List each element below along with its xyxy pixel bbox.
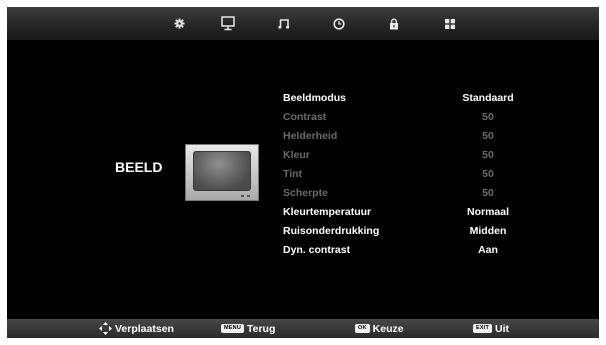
menu-item-label: Tint <box>283 168 303 180</box>
menu-item-value: 50 <box>482 111 494 124</box>
tab-lock[interactable] <box>379 7 409 40</box>
menu-item-label: Kleur <box>283 149 310 162</box>
tv-menu-screen: BEELD Beeldmodus Standaard Contrast 50 Hel… <box>7 7 599 338</box>
tab-timer[interactable] <box>324 7 354 40</box>
tab-picture[interactable] <box>213 7 243 40</box>
menu-item-helderheid: Helderheid 50 <box>283 127 543 146</box>
section-title: BEELD <box>115 159 163 175</box>
menu-item-value: 50 <box>482 168 494 180</box>
hint-move-label: Verplaatsen <box>115 322 174 335</box>
menu-item-value: Standaard <box>462 92 514 105</box>
menu-item-label: Dyn. contrast <box>283 243 351 256</box>
menu-item-label: Contrast <box>283 111 327 124</box>
monitor-icon <box>221 16 235 31</box>
menu-item-beeldmodus[interactable]: Beeldmodus Standaard <box>283 89 543 108</box>
menu-item-value: 50 <box>482 130 494 143</box>
lock-icon <box>390 18 398 29</box>
hint-exit-label: Uit <box>495 322 510 335</box>
exit-key-icon: EXIT <box>473 324 493 333</box>
button-hint-bar: Verplaatsen MENU Terug OK Keuze EXIT Uit <box>7 319 599 338</box>
menu-item-label: Kleurtemperatuur <box>283 205 372 218</box>
menu-item-value: Normaal <box>466 205 509 218</box>
menu-item-value: Midden <box>469 224 507 237</box>
tab-apps[interactable] <box>435 7 465 40</box>
menu-item-label: Scherpte <box>283 186 328 199</box>
picture-settings-menu: Beeldmodus Standaard Contrast 50 Helderhei… <box>283 89 543 259</box>
menu-item-value: 50 <box>482 149 494 162</box>
menu-item-label: Beeldmodus <box>283 92 347 105</box>
menu-item-tint: Tint 50 <box>283 165 543 184</box>
hint-back[interactable]: MENU Terug <box>221 319 275 338</box>
menu-item-label: Helderheid <box>283 130 338 143</box>
clock-icon <box>333 17 345 30</box>
menu-item-value: Aan <box>478 243 498 256</box>
ok-key-icon: OK <box>355 324 370 333</box>
tv-picture-icon <box>185 144 259 201</box>
menu-item-value: 50 <box>482 186 494 199</box>
menu-item-ruisonderdrukking[interactable]: Ruisonderdrukking Midden <box>283 221 543 240</box>
menu-item-scherpte: Scherpte 50 <box>283 183 543 202</box>
dpad-arrows-icon <box>99 322 112 335</box>
gear-icon <box>173 18 185 29</box>
menu-item-kleurtemperatuur[interactable]: Kleurtemperatuur Normaal <box>283 202 543 221</box>
hint-exit[interactable]: EXIT Uit <box>473 319 509 338</box>
menu-item-kleur: Kleur 50 <box>283 146 543 165</box>
hint-move[interactable]: Verplaatsen <box>99 319 174 338</box>
tv-button <box>247 195 250 197</box>
tv-screen <box>193 151 251 191</box>
menu-item-contrast: Contrast 50 <box>283 108 543 127</box>
menu-item-dyn-contrast[interactable]: Dyn. contrast Aan <box>283 240 543 259</box>
menu-key-icon: MENU <box>221 324 244 333</box>
hint-ok-label: Keuze <box>372 322 404 335</box>
tv-button <box>241 195 244 197</box>
menu-item-label: Ruisonderdrukking <box>283 224 380 237</box>
hint-back-label: Terug <box>247 322 276 335</box>
category-tab-bar <box>7 7 599 40</box>
tab-settings[interactable] <box>164 7 194 40</box>
tab-sound[interactable] <box>269 7 299 40</box>
music-note-icon <box>278 19 289 29</box>
hint-ok[interactable]: OK Keuze <box>355 319 404 338</box>
grid-icon <box>445 18 455 29</box>
